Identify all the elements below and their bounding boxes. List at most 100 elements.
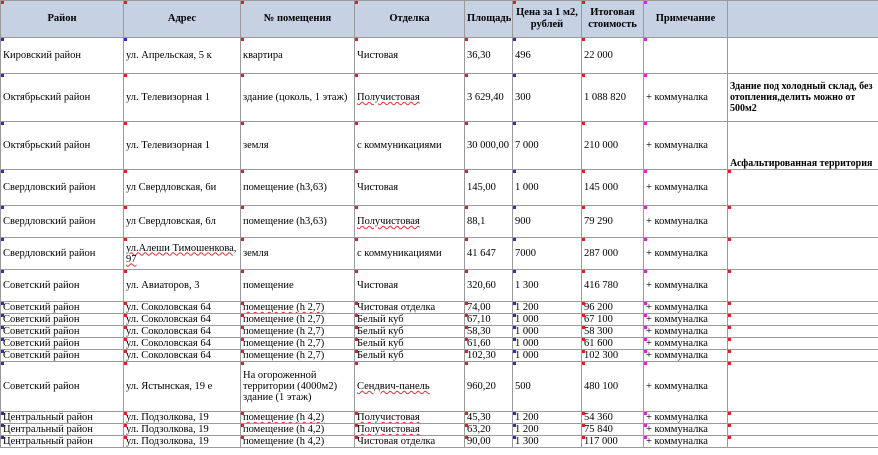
cell-price[interactable]: 1 000 [512, 169, 582, 206]
cell-finish[interactable]: Чистовая [354, 37, 465, 74]
cell-note[interactable]: + коммуналка [643, 411, 728, 424]
cell-total[interactable]: 58 300 [581, 325, 644, 338]
cell-address[interactable]: ул. Телевизорная 1 [123, 73, 241, 122]
cell-total[interactable]: 210 000 [581, 121, 644, 170]
header-premises[interactable]: № помещения [240, 0, 355, 38]
cell-district[interactable]: Октябрьский район [0, 73, 124, 122]
cell-area[interactable]: 61,60 [464, 337, 513, 350]
cell-finish[interactable]: Получистовая [354, 73, 465, 122]
header-extra[interactable] [727, 0, 878, 38]
cell-note[interactable]: + коммуналка [643, 73, 728, 122]
cell-extra[interactable] [727, 349, 878, 362]
cell-address[interactable]: ул. Соколовская 64 [123, 337, 241, 350]
cell-area[interactable]: 30 000,00 [464, 121, 513, 170]
cell-area[interactable]: 67,10 [464, 313, 513, 326]
cell-premises[interactable]: помещение (h3,63) [240, 169, 355, 206]
cell-area[interactable]: 88,1 [464, 205, 513, 238]
cell-finish[interactable]: Сендвич-панель [354, 361, 465, 412]
cell-price[interactable]: 1 200 [512, 423, 582, 436]
cell-address[interactable]: ул. Подзолкова, 19 [123, 411, 241, 424]
cell-district[interactable]: Советский район [0, 349, 124, 362]
cell-total[interactable]: 75 840 [581, 423, 644, 436]
cell-total[interactable]: 416 780 [581, 269, 644, 302]
cell-premises[interactable]: помещение (h 2,7) [240, 337, 355, 350]
cell-address[interactable]: ул. Соколовская 64 [123, 301, 241, 314]
cell-area[interactable]: 90,00 [464, 435, 513, 448]
cell-price[interactable]: 1 300 [512, 435, 582, 448]
cell-price[interactable]: 900 [512, 205, 582, 238]
cell-note[interactable]: + коммуналка [643, 435, 728, 448]
cell-extra[interactable]: Здание под холодный склад, без отопления… [727, 73, 878, 122]
cell-finish[interactable]: Чистовая отделка [354, 301, 465, 314]
cell-total[interactable]: 480 100 [581, 361, 644, 412]
cell-address[interactable]: ул. Авиаторов, 3 [123, 269, 241, 302]
cell-price[interactable]: 7000 [512, 237, 582, 270]
cell-extra[interactable] [727, 169, 878, 206]
cell-extra[interactable] [727, 313, 878, 326]
cell-district[interactable]: Советский район [0, 337, 124, 350]
cell-district[interactable]: Октябрьский район [0, 121, 124, 170]
cell-area[interactable]: 320,60 [464, 269, 513, 302]
cell-address[interactable]: ул. Соколовская 64 [123, 313, 241, 326]
cell-finish[interactable]: Чистовая [354, 169, 465, 206]
cell-address[interactable]: ул Свердловская, 6и [123, 169, 241, 206]
header-district[interactable]: Район [0, 0, 124, 38]
cell-note[interactable]: + коммуналка [643, 325, 728, 338]
cell-district[interactable]: Центральный район [0, 435, 124, 448]
header-finish[interactable]: Отделка [354, 0, 465, 38]
cell-district[interactable]: Советский район [0, 269, 124, 302]
cell-price[interactable]: 1 000 [512, 349, 582, 362]
cell-premises[interactable]: помещение (h 4,2) [240, 435, 355, 448]
header-price[interactable]: Цена за 1 м2, рублей [512, 0, 582, 38]
cell-extra[interactable] [727, 37, 878, 74]
cell-finish[interactable]: Чистовая отделка [354, 435, 465, 448]
cell-price[interactable]: 300 [512, 73, 582, 122]
cell-address[interactable]: ул Свердловская, 6л [123, 205, 241, 238]
cell-extra[interactable] [727, 269, 878, 302]
cell-area[interactable]: 41 647 [464, 237, 513, 270]
cell-extra[interactable] [727, 301, 878, 314]
cell-address[interactable]: ул.Алеши Тимошенкова, 97 [123, 237, 241, 270]
cell-total[interactable]: 287 000 [581, 237, 644, 270]
cell-note[interactable]: + коммуналка [643, 237, 728, 270]
cell-area[interactable]: 145,00 [464, 169, 513, 206]
cell-total[interactable]: 117 000 [581, 435, 644, 448]
cell-finish[interactable]: Получистовая [354, 411, 465, 424]
cell-finish[interactable]: Получистовая [354, 423, 465, 436]
cell-address[interactable]: ул. Соколовская 64 [123, 325, 241, 338]
cell-extra[interactable] [727, 205, 878, 238]
cell-finish[interactable]: Получистовая [354, 205, 465, 238]
cell-note[interactable] [643, 37, 728, 74]
cell-premises[interactable]: земля [240, 121, 355, 170]
cell-total[interactable]: 67 100 [581, 313, 644, 326]
cell-premises[interactable]: помещение (h 4,2) [240, 411, 355, 424]
cell-address[interactable]: ул. Подзолкова, 19 [123, 435, 241, 448]
cell-price[interactable]: 496 [512, 37, 582, 74]
cell-extra[interactable]: Асфальтированная территория [727, 121, 878, 170]
cell-extra[interactable] [727, 237, 878, 270]
cell-premises[interactable]: помещение (h 4,2) [240, 423, 355, 436]
cell-premises[interactable]: На огороженной территории (4000м2) здани… [240, 361, 355, 412]
header-note[interactable]: Примечание [643, 0, 728, 38]
cell-area[interactable]: 74,00 [464, 301, 513, 314]
cell-district[interactable]: Советский район [0, 361, 124, 412]
cell-extra[interactable] [727, 361, 878, 412]
cell-premises[interactable]: помещение (h3,63) [240, 205, 355, 238]
cell-premises[interactable]: помещение (h 2,7) [240, 301, 355, 314]
cell-finish[interactable]: с коммуникациями [354, 121, 465, 170]
cell-premises[interactable]: помещение (h 2,7) [240, 325, 355, 338]
cell-district[interactable]: Советский район [0, 325, 124, 338]
cell-note[interactable]: + коммуналка [643, 361, 728, 412]
cell-finish[interactable]: с коммуникациями [354, 237, 465, 270]
cell-area[interactable]: 36,30 [464, 37, 513, 74]
cell-note[interactable]: + коммуналка [643, 301, 728, 314]
cell-premises[interactable]: помещение (h 2,7) [240, 313, 355, 326]
cell-note[interactable]: + коммуналка [643, 121, 728, 170]
cell-premises[interactable]: помещение (h 2,7) [240, 349, 355, 362]
cell-price[interactable]: 7 000 [512, 121, 582, 170]
cell-price[interactable]: 1 200 [512, 411, 582, 424]
cell-note[interactable]: + коммуналка [643, 337, 728, 350]
cell-total[interactable]: 145 000 [581, 169, 644, 206]
cell-price[interactable]: 1 300 [512, 269, 582, 302]
cell-total[interactable]: 61 600 [581, 337, 644, 350]
